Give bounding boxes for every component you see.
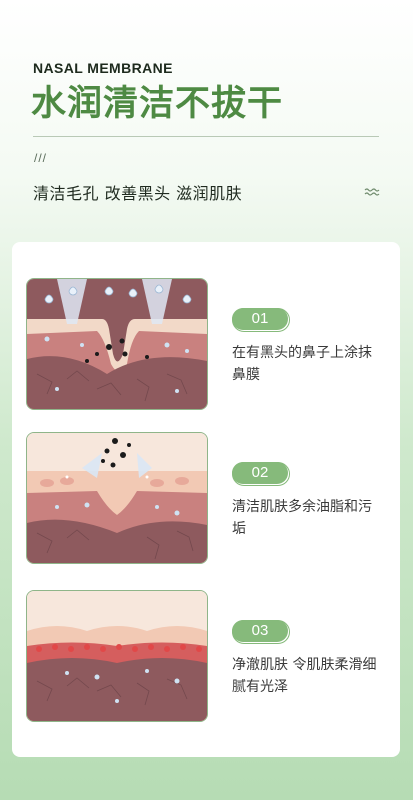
step-number-badge-1: 01 <box>232 308 288 330</box>
divider <box>33 136 379 137</box>
step-description-1: 在有黑头的鼻子上涂抹鼻膜 <box>232 345 372 383</box>
step-number-badge-2: 02 <box>232 462 288 484</box>
skin-illustration-step-1 <box>26 278 208 410</box>
wave-icon <box>364 188 380 196</box>
subtitle: 清洁毛孔 改善黑头 滋润肌肤 <box>33 184 243 203</box>
step-description-3: 净澈肌肤 令肌肤柔滑细腻有光泽 <box>232 657 377 695</box>
page-title: 水润清洁不拔干 <box>31 84 284 124</box>
step-number-badge-3: 03 <box>232 620 288 642</box>
decorative-slashes: /// <box>34 151 48 165</box>
skin-illustration-step-3 <box>26 590 208 722</box>
step-description-2: 清洁肌肤多余油脂和污垢 <box>232 499 372 537</box>
eyebrow-label: NASAL MEMBRANE <box>33 60 173 76</box>
steps-card: 01 在有黑头的鼻子上涂抹鼻膜 02 清洁肌肤多余油脂和污垢 03 净澈肌肤 令… <box>12 242 400 757</box>
skin-illustration-step-2 <box>26 432 208 564</box>
